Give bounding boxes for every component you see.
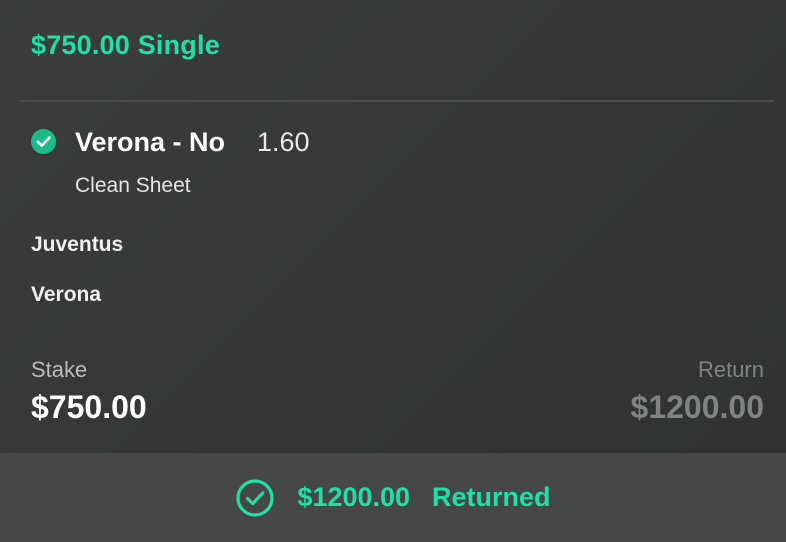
- bet-card: $750.00 Single Verona - No 1.60 Clean Sh…: [0, 0, 786, 542]
- return-label: Return: [697, 357, 764, 382]
- check-circle-outline-icon: [235, 478, 275, 518]
- bet-title: $750.00 Single: [31, 30, 220, 60]
- stake-value: $750.00: [31, 389, 147, 425]
- return-value: $1200.00: [630, 389, 764, 425]
- returned-status-label: Returned: [432, 482, 551, 512]
- returned-amount: $1200.00: [297, 482, 411, 512]
- selection-name: Verona - No: [75, 127, 226, 157]
- header-divider: [20, 100, 774, 102]
- team-home: Juventus: [31, 233, 124, 256]
- returned-status-bar: $1200.00 Returned: [0, 453, 786, 542]
- team-away: Verona: [31, 283, 102, 306]
- check-circle-filled-icon: [31, 129, 56, 154]
- returned-status-content: $1200.00 Returned: [0, 453, 786, 542]
- selection-odds: 1.60: [257, 127, 310, 157]
- stake-label: Stake: [31, 357, 88, 382]
- market-name: Clean Sheet: [75, 174, 191, 197]
